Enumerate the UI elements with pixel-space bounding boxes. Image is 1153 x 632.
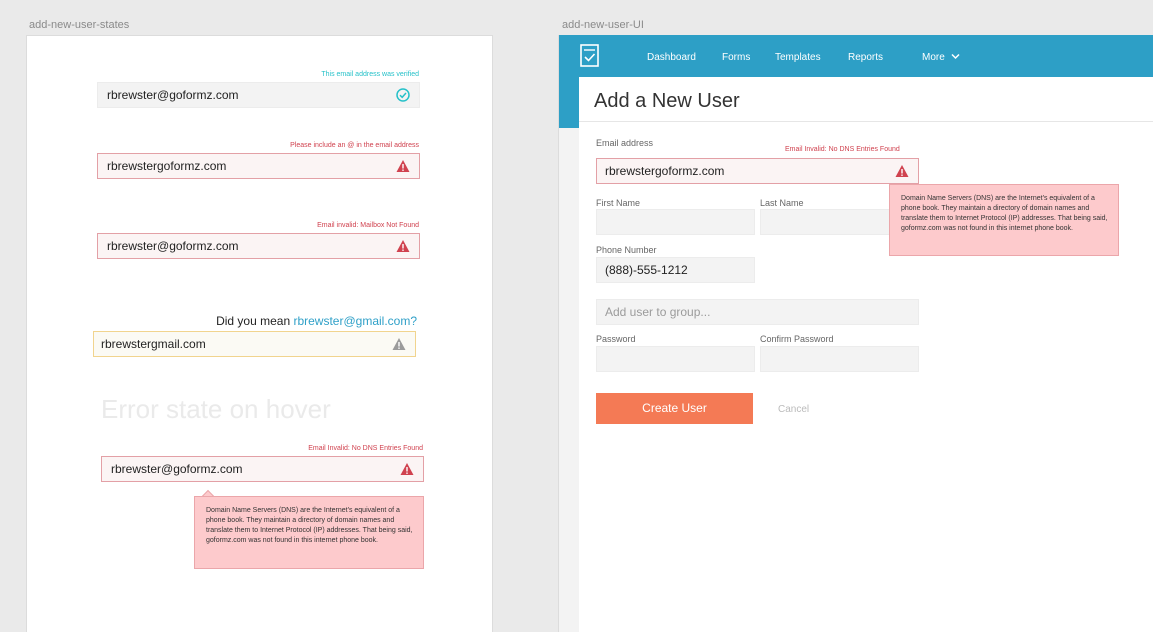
email-field-suggestion[interactable]: rbrewstergmail.com [93,331,416,357]
check-circle-icon [396,88,410,102]
create-user-button[interactable]: Create User [596,393,753,424]
mailbox-note: Email invalid: Mailbox Not Found [317,222,419,229]
password-label: Password [596,334,636,344]
email-value: rbrewstergmail.com [101,337,206,351]
dns-tooltip-ui: Domain Name Servers (DNS) are the Intern… [889,184,1119,256]
group-input[interactable]: Add user to group... [596,299,919,325]
warning-triangle-icon [895,165,909,177]
password-input[interactable] [596,346,755,372]
email-input-value: rbrewstergoformz.com [605,164,725,178]
nav-forms[interactable]: Forms [722,52,750,63]
phone-input[interactable]: (888)-555-1212 [596,257,755,283]
artboard-label-states: add-new-user-states [29,19,130,31]
divider [579,121,1153,122]
artboard-label-ui: add-new-user-UI [562,19,644,31]
page-title: Add a New User [594,90,740,112]
email-error-note: Email Invalid: No DNS Entries Found [785,146,900,153]
cancel-button[interactable]: Cancel [778,404,809,415]
email-label: Email address [596,138,654,148]
first-name-input[interactable] [596,209,755,235]
warning-triangle-icon [392,338,406,350]
phone-input-value: (888)-555-1212 [605,263,688,277]
tooltip-text: Domain Name Servers (DNS) are the Intern… [206,507,413,544]
confirm-password-input[interactable] [760,346,919,372]
add-user-panel: Add a New User Email address Email Inval… [579,77,1153,632]
did-you-mean-prefix: Did you mean [216,314,294,328]
warning-triangle-icon [396,160,410,172]
ui-artboard: Dashboard Forms Templates Reports More A… [558,35,1153,632]
group-placeholder: Add user to group... [605,305,711,319]
confirm-password-label: Confirm Password [760,334,834,344]
warning-triangle-icon [400,463,414,475]
suggestion-link[interactable]: rbrewster@gmail.com? [293,314,417,328]
email-value: rbrewster@goformz.com [107,239,239,253]
top-nav: Dashboard Forms Templates Reports More [559,35,1153,77]
email-value: rbrewster@goformz.com [107,88,239,102]
warning-triangle-icon [396,240,410,252]
missing-at-note: Please include an @ in the email address [290,142,419,149]
tooltip-text: Domain Name Servers (DNS) are the Intern… [901,195,1108,232]
last-name-label: Last Name [760,198,804,208]
email-input[interactable]: rbrewstergoformz.com [596,158,919,184]
email-value: rbrewstergoformz.com [107,159,227,173]
did-you-mean: Did you mean rbrewster@gmail.com? [216,314,417,328]
email-field-hover[interactable]: rbrewster@goformz.com [101,456,424,482]
hover-state-heading: Error state on hover [101,394,331,424]
phone-label: Phone Number [596,245,657,255]
chevron-down-icon [951,53,960,60]
form-logo-icon[interactable] [580,44,599,67]
nav-more[interactable]: More [922,52,960,63]
nav-reports[interactable]: Reports [848,52,883,63]
first-name-label: First Name [596,198,641,208]
verified-note: This email address was verified [321,71,419,78]
nav-templates[interactable]: Templates [775,52,821,63]
nav-more-label: More [922,52,945,63]
dns-tooltip: Domain Name Servers (DNS) are the Intern… [194,496,424,569]
email-field-verified[interactable]: rbrewster@goformz.com [97,82,420,108]
nav-dashboard[interactable]: Dashboard [647,52,696,63]
email-value: rbrewster@goformz.com [111,462,243,476]
email-field-missing-at[interactable]: rbrewstergoformz.com [97,153,420,179]
email-field-mailbox[interactable]: rbrewster@goformz.com [97,233,420,259]
states-artboard: This email address was verified rbrewste… [26,35,493,632]
dns-note: Email Invalid: No DNS Entries Found [308,445,423,452]
